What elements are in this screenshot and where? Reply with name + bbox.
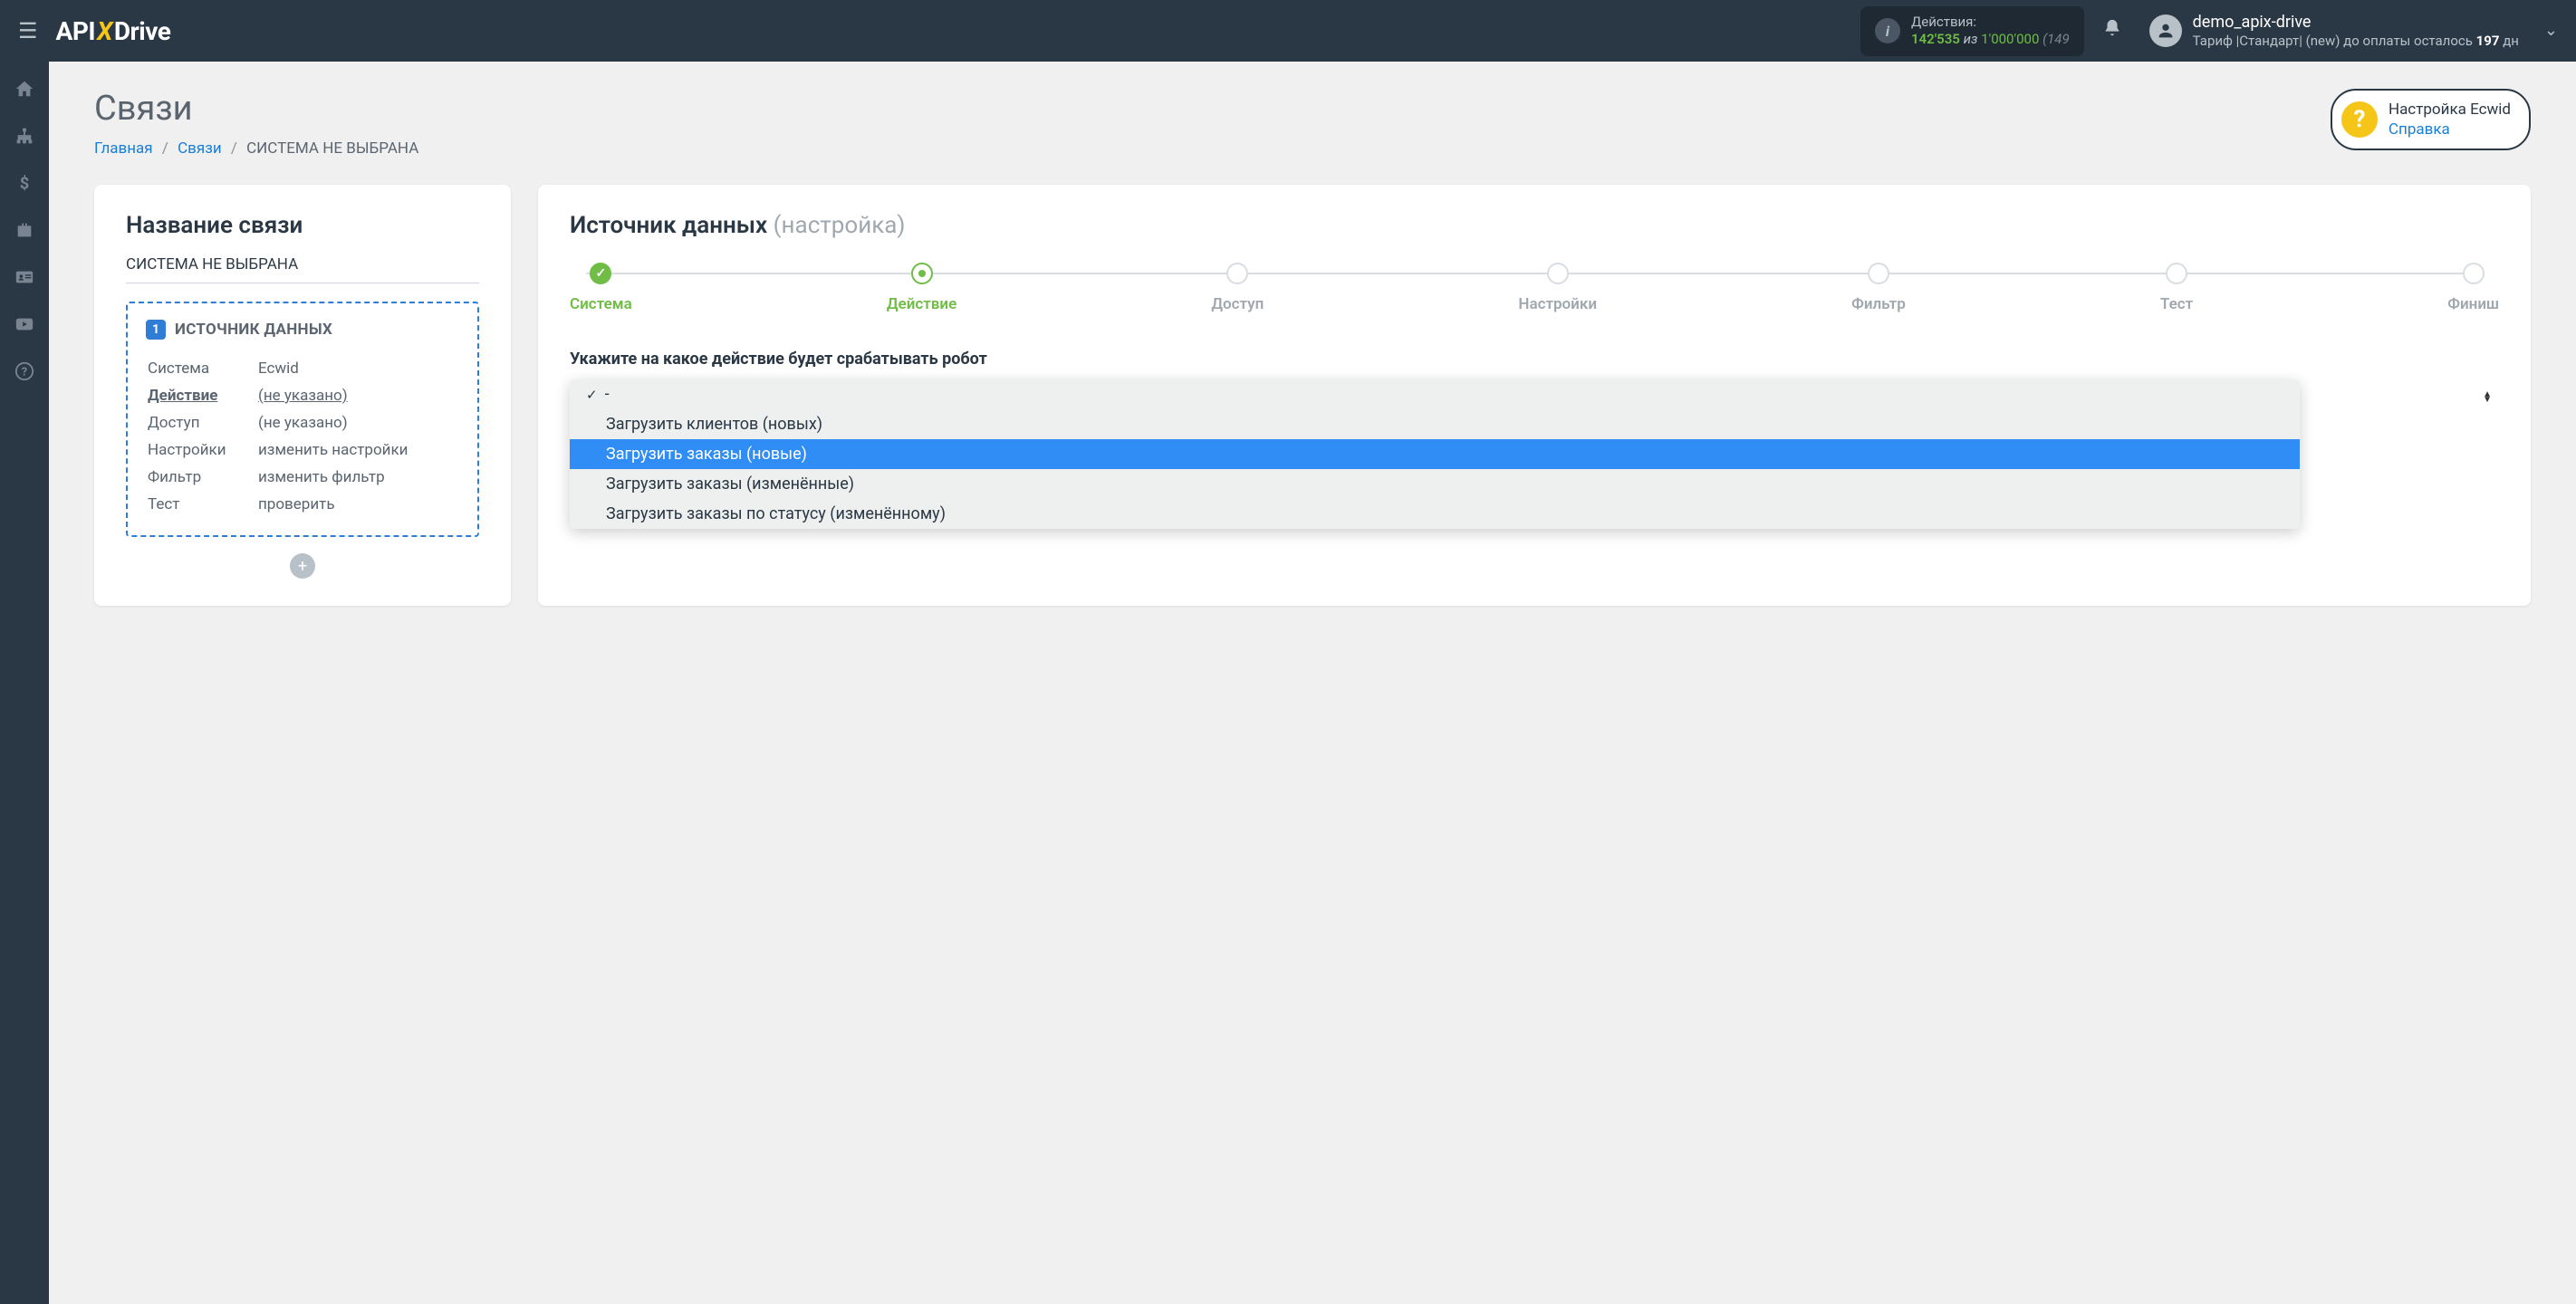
user-menu[interactable]: demo_apix-drive Тариф |Стандарт| (new) д… (2149, 12, 2558, 51)
breadcrumb-home[interactable]: Главная (94, 139, 153, 158)
data-source-title: Источник данных (настройка) (570, 212, 2499, 239)
info-icon: i (1875, 18, 1900, 43)
actions-count: 142'535 (1911, 31, 1960, 47)
config-row: СистемаEcwid (148, 356, 457, 381)
bell-icon[interactable] (2102, 18, 2122, 43)
step-label: Система (570, 295, 632, 313)
help-link[interactable]: Справка (2389, 120, 2511, 139)
help-pill[interactable]: ? Настройка Ecwid Справка (2331, 89, 2531, 150)
config-row: Настройкиизменить настройки (148, 437, 457, 463)
dropdown-option[interactable]: - (570, 379, 2300, 409)
wizard-step[interactable]: Доступ (1211, 263, 1264, 313)
config-row: Фильтризменить фильтр (148, 465, 457, 490)
wizard-step[interactable]: Тест (2160, 263, 2193, 313)
step-circle-icon (2463, 263, 2485, 284)
user-name: demo_apix-drive (2193, 12, 2519, 33)
svg-text:$: $ (20, 174, 30, 193)
sidebar-home-icon[interactable] (14, 78, 35, 100)
config-row: Доступ(не указано) (148, 410, 457, 436)
breadcrumb-current: СИСТЕМА НЕ ВЫБРАНА (246, 139, 418, 158)
step-label: Доступ (1211, 295, 1264, 313)
step-label: Настройки (1518, 295, 1597, 313)
step-circle-icon (1226, 263, 1248, 284)
chevron-down-icon: ⌄ (2544, 21, 2558, 40)
step-label: Действие (887, 295, 956, 313)
source-config-box: 1 ИСТОЧНИК ДАННЫХ СистемаEcwidДействие(н… (126, 302, 479, 537)
step-circle-icon (1547, 263, 1569, 284)
dropdown-option[interactable]: Загрузить клиентов (новых) (570, 409, 2300, 439)
help-question-icon: ? (2341, 101, 2378, 138)
sidebar-video-icon[interactable] (14, 313, 35, 335)
config-row-value[interactable]: (не указано) (258, 383, 457, 408)
sidebar: $ ? (0, 62, 49, 1304)
logo-text-api: API (56, 16, 96, 46)
sidebar-briefcase-icon[interactable] (14, 219, 35, 241)
config-row-value[interactable]: (не указано) (258, 410, 457, 436)
config-row: Действие(не указано) (148, 383, 457, 408)
connection-name-card: Название связи СИСТЕМА НЕ ВЫБРАНА 1 ИСТО… (94, 185, 511, 606)
source-box-number: 1 (146, 320, 166, 340)
actions-counter-pill[interactable]: i Действия: 142'535 из 1'000'000 (149 (1860, 6, 2084, 56)
action-field-label: Укажите на какое действие будет срабатыв… (570, 350, 2499, 369)
breadcrumb: Главная / Связи / СИСТЕМА НЕ ВЫБРАНА (94, 139, 418, 158)
main-content: Связи Главная / Связи / СИСТЕМА НЕ ВЫБРА… (49, 62, 2576, 1304)
logo-text-x: X (97, 16, 112, 46)
wizard-step[interactable]: Фильтр (1851, 263, 1906, 313)
config-row-label: Фильтр (148, 465, 256, 490)
breadcrumb-links[interactable]: Связи (178, 139, 222, 158)
hamburger-menu-icon[interactable]: ☰ (18, 18, 38, 43)
config-row-value: проверить (258, 492, 457, 517)
config-row-value: изменить настройки (258, 437, 457, 463)
wizard-step[interactable]: Финиш (2447, 263, 2499, 313)
wizard-step[interactable]: Система (570, 263, 632, 313)
svg-text:?: ? (22, 366, 27, 379)
sidebar-id-card-icon[interactable] (14, 266, 35, 288)
wizard-step[interactable]: Действие (887, 263, 956, 313)
sidebar-dollar-icon[interactable]: $ (14, 172, 35, 194)
source-box-title: ИСТОЧНИК ДАННЫХ (175, 321, 332, 339)
config-row-label: Действие (148, 383, 256, 408)
wizard-step[interactable]: Настройки (1518, 263, 1597, 313)
sidebar-sitemap-icon[interactable] (14, 125, 35, 147)
step-label: Тест (2160, 295, 2193, 313)
step-label: Фильтр (1851, 295, 1906, 313)
config-row-label: Тест (148, 492, 256, 517)
connection-name-subtitle: СИСТЕМА НЕ ВЫБРАНА (126, 255, 479, 283)
config-row: Тестпроверить (148, 492, 457, 517)
app-header: ☰ APIXDrive i Действия: 142'535 из 1'000… (0, 0, 2576, 62)
data-source-card: Источник данных (настройка) Система Дейст… (538, 185, 2531, 606)
step-circle-icon (2166, 263, 2187, 284)
actions-of: из (1964, 31, 1978, 47)
avatar-icon (2149, 14, 2182, 47)
add-step-button[interactable]: + (290, 553, 315, 579)
dropdown-option[interactable]: Загрузить заказы (новые) (570, 439, 2300, 469)
wizard-stepper: Система Действие Доступ Настройки Фильтр Тест… (570, 263, 2499, 313)
actions-total: 1'000'000 (1981, 31, 2039, 47)
app-logo[interactable]: APIXDrive (56, 16, 171, 46)
config-row-label: Система (148, 356, 256, 381)
connection-name-title: Название связи (126, 212, 479, 239)
config-row-label: Доступ (148, 410, 256, 436)
actions-label: Действия: (1911, 14, 2070, 32)
page-title: Связи (94, 89, 418, 129)
sidebar-help-icon[interactable]: ? (14, 360, 35, 382)
step-circle-icon (590, 263, 611, 284)
step-circle-icon (1868, 263, 1889, 284)
dropdown-option[interactable]: Загрузить заказы по статусу (изменённому… (570, 499, 2300, 529)
step-circle-icon (911, 263, 933, 284)
step-label: Финиш (2447, 295, 2499, 313)
logo-text-drive: Drive (114, 16, 170, 46)
config-row-label: Настройки (148, 437, 256, 463)
select-chevron-icon: ▲▼ (2483, 392, 2492, 403)
config-row-value[interactable]: Ecwid (258, 356, 457, 381)
help-title: Настройка Ecwid (2389, 100, 2511, 120)
user-tariff: Тариф |Стандарт| (new) до оплаты осталос… (2193, 33, 2519, 51)
dropdown-option[interactable]: Загрузить заказы (изменённые) (570, 469, 2300, 499)
actions-text: Действия: 142'535 из 1'000'000 (149 (1911, 14, 2070, 49)
actions-paren: (149 (2043, 31, 2070, 47)
user-text: demo_apix-drive Тариф |Стандарт| (new) д… (2193, 12, 2519, 51)
config-row-value: изменить фильтр (258, 465, 457, 490)
action-dropdown[interactable]: -Загрузить клиентов (новых)Загрузить зак… (570, 379, 2499, 529)
